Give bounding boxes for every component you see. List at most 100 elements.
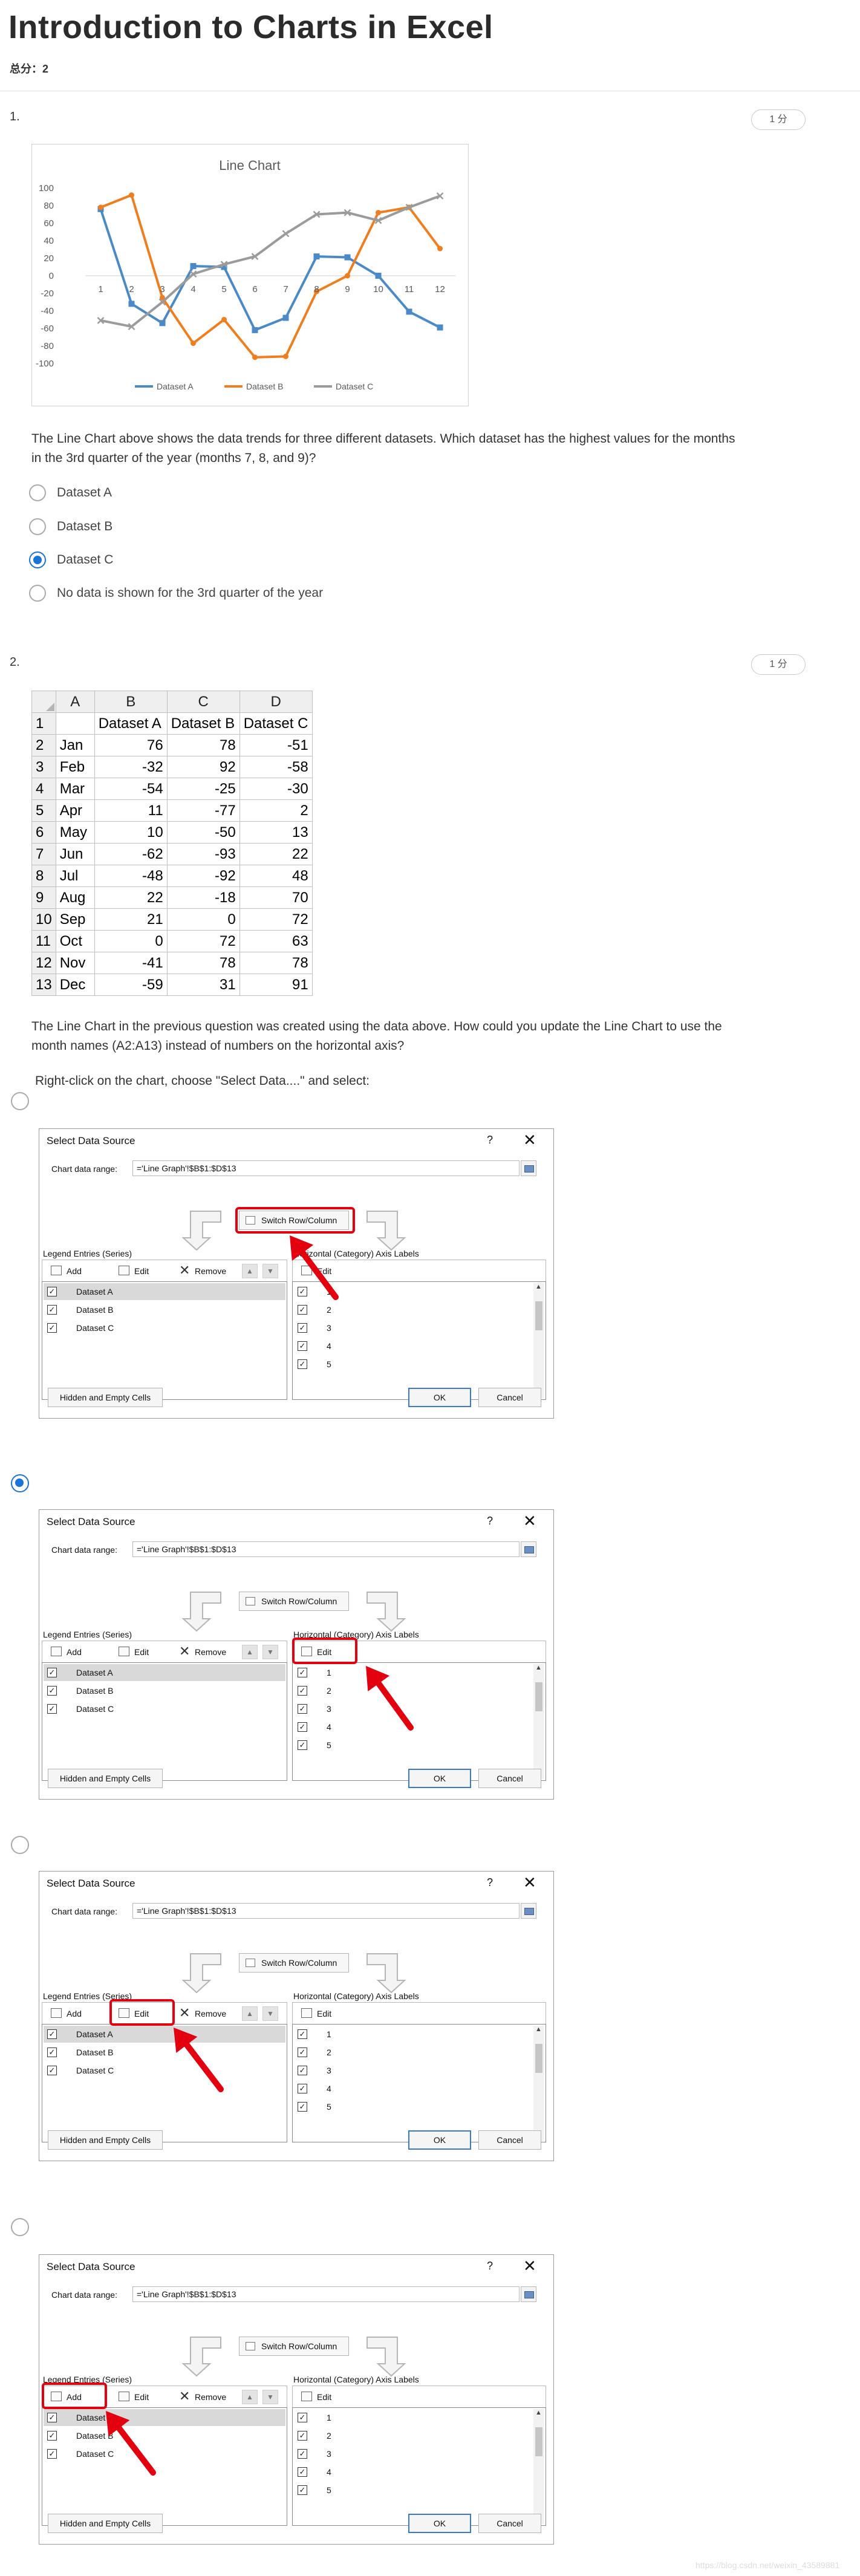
q2-radio-option-2-selected[interactable] [11,1474,29,1492]
close-icon[interactable]: ✕ [523,1131,536,1148]
q2-radio-option-3[interactable] [11,1836,29,1854]
checkbox[interactable]: ✓ [298,1740,307,1750]
scrollbar[interactable]: ▲▼ [533,2026,544,2141]
list-item[interactable]: ✓ 5 [294,1356,530,1373]
list-item[interactable]: ✓ 5 [294,1737,530,1754]
sheet-cell[interactable]: -41 [94,952,168,974]
checkbox[interactable]: ✓ [47,1287,57,1296]
list-item[interactable]: ✓ 3 [294,1319,530,1336]
list-item[interactable]: ✓ Dataset C [44,1700,285,1717]
checkbox[interactable]: ✓ [298,2467,307,2477]
list-item[interactable]: ✓ 2 [294,2044,530,2061]
list-item[interactable]: ✓ 5 [294,2098,530,2115]
edit-axis-labels-button[interactable]: Edit [299,2389,331,2405]
sheet-cell[interactable]: 78 [166,952,240,974]
sheet-column-header[interactable]: A [55,691,95,713]
checkbox[interactable]: ✓ [298,1287,307,1296]
add-series-button[interactable]: Add [48,1263,82,1279]
sheet-row-header[interactable]: 9 [31,886,56,909]
scroll-thumb[interactable] [535,2427,542,2456]
chart-data-range-input[interactable] [132,1160,520,1176]
remove-series-button[interactable]: ✕ Remove [177,1644,226,1660]
sheet-row-header[interactable]: 13 [31,974,56,996]
sheet-row-header[interactable]: 2 [31,734,56,756]
switch-row-column-button[interactable]: Switch Row/Column [239,1953,349,1973]
scrollbar[interactable]: ▲▼ [533,1283,544,1398]
chart-data-range-input[interactable] [132,2286,520,2302]
close-icon[interactable]: ✕ [523,1874,536,1891]
sheet-row-header[interactable]: 6 [31,821,56,844]
list-item[interactable]: ✓ Dataset B [44,1301,285,1318]
sheet-column-header[interactable]: C [166,691,240,713]
sheet-row-header[interactable]: 11 [31,930,56,952]
scroll-up-icon[interactable]: ▲ [535,1283,542,1290]
checkbox[interactable]: ✓ [298,2047,307,2057]
checkbox[interactable]: ✓ [47,2047,57,2057]
checkbox[interactable]: ✓ [298,1341,307,1351]
q1-radio-c-selected[interactable] [29,551,46,568]
list-item[interactable]: ✓ Dataset A [44,1664,285,1681]
checkbox[interactable]: ✓ [298,1686,307,1696]
sheet-cell[interactable]: Mar [55,778,95,800]
close-icon[interactable]: ✕ [523,1512,536,1529]
checkbox[interactable]: ✓ [298,1722,307,1732]
sheet-cell[interactable]: May [55,821,95,844]
list-item[interactable]: ✓ Dataset B [44,2427,285,2444]
list-item[interactable]: ✓ Dataset A [44,2026,285,2043]
edit-axis-labels-button[interactable]: Edit [299,1263,331,1279]
move-up-button[interactable]: ▲ [242,1645,258,1659]
sheet-cell[interactable]: 11 [94,799,168,822]
hidden-empty-cells-button[interactable]: Hidden and Empty Cells [48,1388,163,1407]
sheet-cell[interactable]: -51 [239,734,313,756]
checkbox[interactable]: ✓ [298,2449,307,2459]
scroll-up-icon[interactable]: ▲ [535,2026,542,2033]
checkbox[interactable]: ✓ [47,2029,57,2039]
sheet-cell[interactable]: Feb [55,756,95,778]
help-icon[interactable]: ? [487,2260,493,2272]
list-item[interactable]: ✓ 3 [294,2062,530,2079]
list-item[interactable]: ✓ 5 [294,2482,530,2499]
remove-series-button[interactable]: ✕ Remove [177,2389,226,2405]
sheet-cell[interactable]: Dataset C [239,712,313,735]
range-collapse-icon[interactable] [521,1903,536,1919]
sheet-row-header[interactable]: 7 [31,843,56,865]
sheet-cell[interactable]: -77 [166,799,240,822]
cancel-button[interactable]: Cancel [478,2514,541,2533]
list-item[interactable]: ✓ 4 [294,2080,530,2097]
list-item[interactable]: ✓ 2 [294,2427,530,2444]
sheet-cell[interactable]: Apr [55,799,95,822]
sheet-cell[interactable]: Nov [55,952,95,974]
scroll-thumb[interactable] [535,1301,542,1330]
sheet-cell[interactable]: -32 [94,756,168,778]
scroll-thumb[interactable] [535,1682,542,1711]
list-item[interactable]: ✓ 3 [294,2445,530,2462]
q2-radio-option-4[interactable] [11,2218,29,2236]
sheet-cell[interactable]: 78 [239,952,313,974]
q1-radio-b[interactable] [29,518,46,535]
sheet-cell[interactable]: Dataset B [166,712,240,735]
edit-series-button[interactable]: Edit [116,1263,149,1279]
move-up-button[interactable]: ▲ [242,1264,258,1278]
remove-series-button[interactable]: ✕ Remove [177,2005,226,2021]
scrollbar[interactable]: ▲▼ [533,2409,544,2524]
close-icon[interactable]: ✕ [523,2257,536,2274]
sheet-cell[interactable]: Sep [55,908,95,931]
list-item[interactable]: ✓ 4 [294,1719,530,1735]
list-item[interactable]: ✓ Dataset A [44,2409,285,2426]
checkbox[interactable]: ✓ [47,2413,57,2422]
checkbox[interactable]: ✓ [47,1305,57,1315]
sheet-cell[interactable]: -59 [94,974,168,996]
list-item[interactable]: ✓ 1 [294,2409,530,2426]
checkbox[interactable]: ✓ [298,2102,307,2112]
hidden-empty-cells-button[interactable]: Hidden and Empty Cells [48,2130,163,2150]
checkbox[interactable]: ✓ [298,2029,307,2039]
sheet-cell[interactable]: -62 [94,843,168,865]
sheet-cell[interactable]: -25 [166,778,240,800]
chart-data-range-input[interactable] [132,1541,520,1557]
checkbox[interactable]: ✓ [47,1686,57,1696]
sheet-cell[interactable]: 72 [239,908,313,931]
sheet-cell[interactable]: 2 [239,799,313,822]
sheet-cell[interactable]: 72 [166,930,240,952]
checkbox[interactable]: ✓ [47,2449,57,2459]
hidden-empty-cells-button[interactable]: Hidden and Empty Cells [48,1769,163,1788]
